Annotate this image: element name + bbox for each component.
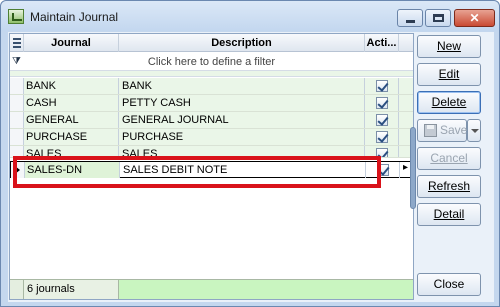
table-row[interactable]: CASH PETTY CASH — [10, 95, 413, 112]
active-checkbox[interactable] — [376, 97, 388, 109]
save-button-label: Save — [440, 123, 468, 137]
active-checkbox[interactable] — [376, 80, 388, 92]
filter-icon: ⧩ — [12, 56, 21, 67]
active-cell[interactable] — [365, 129, 399, 145]
column-header-journal[interactable]: Journal — [24, 34, 119, 52]
active-checkbox[interactable] — [376, 131, 388, 143]
row-indicator — [10, 95, 24, 111]
close-button-label: Close — [433, 277, 465, 291]
detail-button-label: Detail — [433, 207, 465, 221]
maintain-journal-window: Maintain Journal ✕ Journal Description A… — [0, 0, 500, 307]
new-item-row[interactable] — [10, 71, 413, 77]
table-row[interactable]: PURCHASE PURCHASE — [10, 129, 413, 146]
app-icon — [8, 9, 24, 24]
filter-placeholder[interactable]: Click here to define a filter — [24, 53, 399, 71]
cancel-button-label: Cancel — [430, 151, 468, 165]
highlight-annotation — [13, 156, 381, 188]
new-button[interactable]: New — [417, 35, 481, 58]
description-cell[interactable]: PURCHASE — [119, 129, 365, 145]
journal-cell[interactable]: CASH — [24, 95, 119, 111]
delete-button-label: Delete — [431, 95, 467, 109]
description-cell[interactable]: PETTY CASH — [119, 95, 365, 111]
table-row[interactable]: BANK BANK — [10, 78, 413, 95]
minimize-button[interactable] — [397, 9, 423, 27]
footer-summary-area — [119, 280, 413, 299]
journal-count: 6 journals — [24, 280, 119, 299]
column-chooser-button[interactable] — [10, 34, 24, 52]
floppy-disk-icon — [424, 124, 437, 137]
row-indicator — [10, 112, 24, 128]
new-button-label: New — [436, 39, 461, 53]
detail-button[interactable]: Detail — [417, 203, 481, 226]
minimize-icon — [406, 20, 415, 23]
journal-cell[interactable]: PURCHASE — [24, 129, 119, 145]
description-cell[interactable]: BANK — [119, 78, 365, 94]
table-row[interactable]: GENERAL GENERAL JOURNAL — [10, 112, 413, 129]
row-indicator — [10, 78, 24, 94]
active-cell[interactable] — [365, 112, 399, 128]
close-button[interactable]: Close — [417, 273, 481, 296]
footer-indicator — [10, 280, 24, 299]
grid-header: Journal Description Acti... — [10, 34, 413, 52]
maximize-icon — [433, 14, 444, 22]
column-chooser-icon — [13, 38, 21, 48]
vertical-scrollbar[interactable] — [410, 127, 416, 209]
save-dropdown-button[interactable] — [467, 119, 481, 142]
journal-cell[interactable]: GENERAL — [24, 112, 119, 128]
journal-cell[interactable]: BANK — [24, 78, 119, 94]
close-window-button[interactable]: ✕ — [454, 9, 495, 27]
column-header-active[interactable]: Acti... — [365, 34, 399, 52]
row-indicator — [10, 129, 24, 145]
filter-row[interactable]: ⧩ Click here to define a filter — [10, 53, 413, 71]
save-button[interactable]: Save — [417, 119, 467, 142]
delete-button[interactable]: Delete — [417, 91, 481, 114]
refresh-button[interactable]: Refresh — [417, 175, 481, 198]
window-title: Maintain Journal — [30, 10, 119, 24]
active-cell[interactable] — [365, 78, 399, 94]
description-cell[interactable]: GENERAL JOURNAL — [119, 112, 365, 128]
title-bar[interactable]: Maintain Journal ✕ — [1, 1, 499, 31]
maximize-button[interactable] — [425, 9, 451, 27]
edit-button[interactable]: Edit — [417, 63, 481, 86]
cancel-button[interactable]: Cancel — [417, 147, 481, 170]
column-header-description[interactable]: Description — [119, 34, 365, 52]
active-cell[interactable] — [365, 95, 399, 111]
edit-button-label: Edit — [438, 67, 460, 81]
refresh-button-label: Refresh — [427, 179, 471, 193]
active-checkbox[interactable] — [376, 114, 388, 126]
close-icon: ✕ — [469, 11, 480, 25]
grid-footer: 6 journals — [10, 279, 413, 299]
journal-grid: Journal Description Acti... ⧩ Click here… — [9, 33, 416, 300]
expand-arrow-icon[interactable]: ▸ — [403, 162, 408, 173]
